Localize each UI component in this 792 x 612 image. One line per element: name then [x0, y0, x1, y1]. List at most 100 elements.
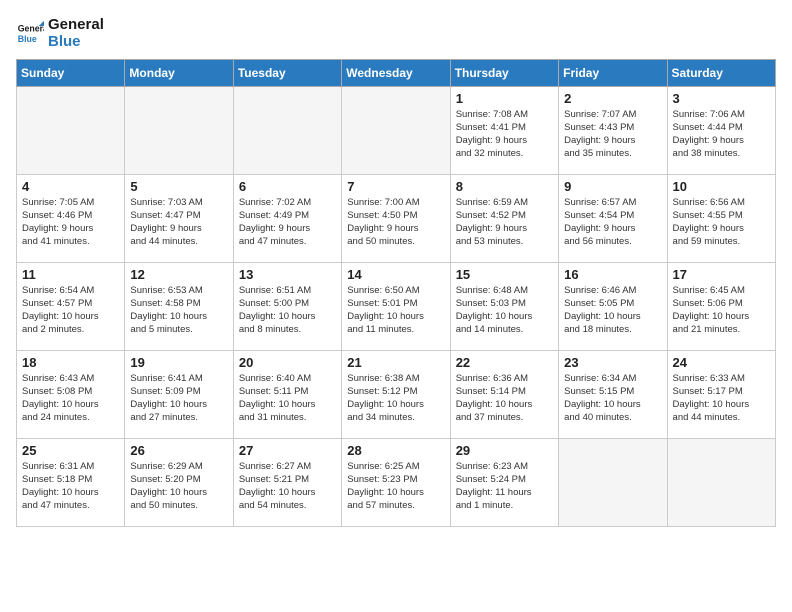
day-cell [233, 86, 341, 174]
day-cell: 10Sunrise: 6:56 AM Sunset: 4:55 PM Dayli… [667, 174, 775, 262]
day-info: Sunrise: 6:38 AM Sunset: 5:12 PM Dayligh… [347, 372, 444, 425]
week-row-4: 18 Sunrise: 6:43 AM Sunset: 5:08 PM Dayli… [17, 350, 776, 438]
day-cell: 27 Sunrise: 6:27 AM Sunset: 5:21 PM Dayli… [233, 438, 341, 526]
day-info: Sunrise: 6:23 AM Sunset: 5:24 PM Dayligh… [456, 460, 553, 513]
weekday-header-tuesday: Tuesday [233, 59, 341, 86]
week-row-1: 1 Sunrise: 7:08 AM Sunset: 4:41 PM Daylig… [17, 86, 776, 174]
day-cell [342, 86, 450, 174]
day-number: 14 [347, 267, 444, 282]
day-info: Sunrise: 7:07 AM Sunset: 4:43 PM Dayligh… [564, 108, 661, 161]
day-cell: 23 Sunrise: 6:34 AM Sunset: 5:15 PM Dayli… [559, 350, 667, 438]
day-info: Sunrise: 7:03 AM Sunset: 4:47 PM Dayligh… [130, 196, 227, 249]
day-number: 3 [673, 91, 770, 106]
day-number: 9 [564, 179, 661, 194]
day-cell: 17 Sunrise: 6:45 AM Sunset: 5:06 PM Dayli… [667, 262, 775, 350]
day-cell: 16 Sunrise: 6:46 AM Sunset: 5:05 PM Dayli… [559, 262, 667, 350]
day-number: 27 [239, 443, 336, 458]
day-cell: 1 Sunrise: 7:08 AM Sunset: 4:41 PM Daylig… [450, 86, 558, 174]
weekday-header-saturday: Saturday [667, 59, 775, 86]
day-info: Sunrise: 6:31 AM Sunset: 5:18 PM Dayligh… [22, 460, 119, 513]
day-number: 10 [673, 179, 770, 194]
day-cell [125, 86, 233, 174]
day-cell: 2Sunrise: 7:07 AM Sunset: 4:43 PM Daylig… [559, 86, 667, 174]
day-number: 26 [130, 443, 227, 458]
logo-icon: General Blue [16, 19, 44, 47]
day-cell: 28 Sunrise: 6:25 AM Sunset: 5:23 PM Dayli… [342, 438, 450, 526]
day-cell: 26 Sunrise: 6:29 AM Sunset: 5:20 PM Dayli… [125, 438, 233, 526]
day-number: 24 [673, 355, 770, 370]
day-info: Sunrise: 6:43 AM Sunset: 5:08 PM Dayligh… [22, 372, 119, 425]
day-number: 23 [564, 355, 661, 370]
day-info: Sunrise: 7:00 AM Sunset: 4:50 PM Dayligh… [347, 196, 444, 249]
day-info: Sunrise: 6:53 AM Sunset: 4:58 PM Dayligh… [130, 284, 227, 337]
day-cell: 8Sunrise: 6:59 AM Sunset: 4:52 PM Daylig… [450, 174, 558, 262]
day-info: Sunrise: 6:27 AM Sunset: 5:21 PM Dayligh… [239, 460, 336, 513]
day-info: Sunrise: 7:06 AM Sunset: 4:44 PM Dayligh… [673, 108, 770, 161]
day-number: 29 [456, 443, 553, 458]
day-number: 5 [130, 179, 227, 194]
day-number: 12 [130, 267, 227, 282]
day-cell: 13 Sunrise: 6:51 AM Sunset: 5:00 PM Dayli… [233, 262, 341, 350]
day-cell [17, 86, 125, 174]
day-cell: 7 Sunrise: 7:00 AM Sunset: 4:50 PM Daylig… [342, 174, 450, 262]
week-row-3: 11 Sunrise: 6:54 AM Sunset: 4:57 PM Dayli… [17, 262, 776, 350]
day-info: Sunrise: 6:59 AM Sunset: 4:52 PM Dayligh… [456, 196, 553, 249]
day-cell: 29 Sunrise: 6:23 AM Sunset: 5:24 PM Dayli… [450, 438, 558, 526]
day-info: Sunrise: 6:51 AM Sunset: 5:00 PM Dayligh… [239, 284, 336, 337]
weekday-header-thursday: Thursday [450, 59, 558, 86]
day-cell: 24 Sunrise: 6:33 AM Sunset: 5:17 PM Dayli… [667, 350, 775, 438]
day-number: 17 [673, 267, 770, 282]
day-cell: 9Sunrise: 6:57 AM Sunset: 4:54 PM Daylig… [559, 174, 667, 262]
weekday-header-wednesday: Wednesday [342, 59, 450, 86]
day-cell [667, 438, 775, 526]
day-cell: 14 Sunrise: 6:50 AM Sunset: 5:01 PM Dayli… [342, 262, 450, 350]
day-number: 7 [347, 179, 444, 194]
weekday-header-monday: Monday [125, 59, 233, 86]
week-row-5: 25 Sunrise: 6:31 AM Sunset: 5:18 PM Dayli… [17, 438, 776, 526]
weekday-header-row: SundayMondayTuesdayWednesdayThursdayFrid… [17, 59, 776, 86]
day-number: 11 [22, 267, 119, 282]
day-cell: 5 Sunrise: 7:03 AM Sunset: 4:47 PM Daylig… [125, 174, 233, 262]
day-number: 16 [564, 267, 661, 282]
day-cell: 12 Sunrise: 6:53 AM Sunset: 4:58 PM Dayli… [125, 262, 233, 350]
day-info: Sunrise: 7:08 AM Sunset: 4:41 PM Dayligh… [456, 108, 553, 161]
day-info: Sunrise: 6:50 AM Sunset: 5:01 PM Dayligh… [347, 284, 444, 337]
day-cell: 4 Sunrise: 7:05 AM Sunset: 4:46 PM Daylig… [17, 174, 125, 262]
day-number: 25 [22, 443, 119, 458]
weekday-header-friday: Friday [559, 59, 667, 86]
day-info: Sunrise: 7:02 AM Sunset: 4:49 PM Dayligh… [239, 196, 336, 249]
day-cell: 20 Sunrise: 6:40 AM Sunset: 5:11 PM Dayli… [233, 350, 341, 438]
day-info: Sunrise: 6:36 AM Sunset: 5:14 PM Dayligh… [456, 372, 553, 425]
day-number: 20 [239, 355, 336, 370]
day-info: Sunrise: 6:33 AM Sunset: 5:17 PM Dayligh… [673, 372, 770, 425]
day-info: Sunrise: 7:05 AM Sunset: 4:46 PM Dayligh… [22, 196, 119, 249]
day-cell: 22 Sunrise: 6:36 AM Sunset: 5:14 PM Dayli… [450, 350, 558, 438]
day-info: Sunrise: 6:29 AM Sunset: 5:20 PM Dayligh… [130, 460, 227, 513]
day-info: Sunrise: 6:41 AM Sunset: 5:09 PM Dayligh… [130, 372, 227, 425]
day-info: Sunrise: 6:46 AM Sunset: 5:05 PM Dayligh… [564, 284, 661, 337]
day-info: Sunrise: 6:45 AM Sunset: 5:06 PM Dayligh… [673, 284, 770, 337]
weekday-header-sunday: Sunday [17, 59, 125, 86]
day-cell: 3 Sunrise: 7:06 AM Sunset: 4:44 PM Daylig… [667, 86, 775, 174]
day-info: Sunrise: 6:54 AM Sunset: 4:57 PM Dayligh… [22, 284, 119, 337]
day-cell: 15Sunrise: 6:48 AM Sunset: 5:03 PM Dayli… [450, 262, 558, 350]
day-number: 21 [347, 355, 444, 370]
week-row-2: 4 Sunrise: 7:05 AM Sunset: 4:46 PM Daylig… [17, 174, 776, 262]
day-cell: 19 Sunrise: 6:41 AM Sunset: 5:09 PM Dayli… [125, 350, 233, 438]
day-number: 4 [22, 179, 119, 194]
day-cell: 25 Sunrise: 6:31 AM Sunset: 5:18 PM Dayli… [17, 438, 125, 526]
day-number: 28 [347, 443, 444, 458]
day-cell [559, 438, 667, 526]
svg-text:Blue: Blue [18, 34, 37, 44]
day-info: Sunrise: 6:40 AM Sunset: 5:11 PM Dayligh… [239, 372, 336, 425]
day-info: Sunrise: 6:34 AM Sunset: 5:15 PM Dayligh… [564, 372, 661, 425]
day-info: Sunrise: 6:25 AM Sunset: 5:23 PM Dayligh… [347, 460, 444, 513]
day-number: 13 [239, 267, 336, 282]
day-number: 1 [456, 91, 553, 106]
day-number: 19 [130, 355, 227, 370]
calendar-table: SundayMondayTuesdayWednesdayThursdayFrid… [16, 59, 776, 527]
day-number: 18 [22, 355, 119, 370]
day-cell: 21 Sunrise: 6:38 AM Sunset: 5:12 PM Dayli… [342, 350, 450, 438]
page-header: General Blue General Blue [16, 16, 776, 51]
day-number: 22 [456, 355, 553, 370]
